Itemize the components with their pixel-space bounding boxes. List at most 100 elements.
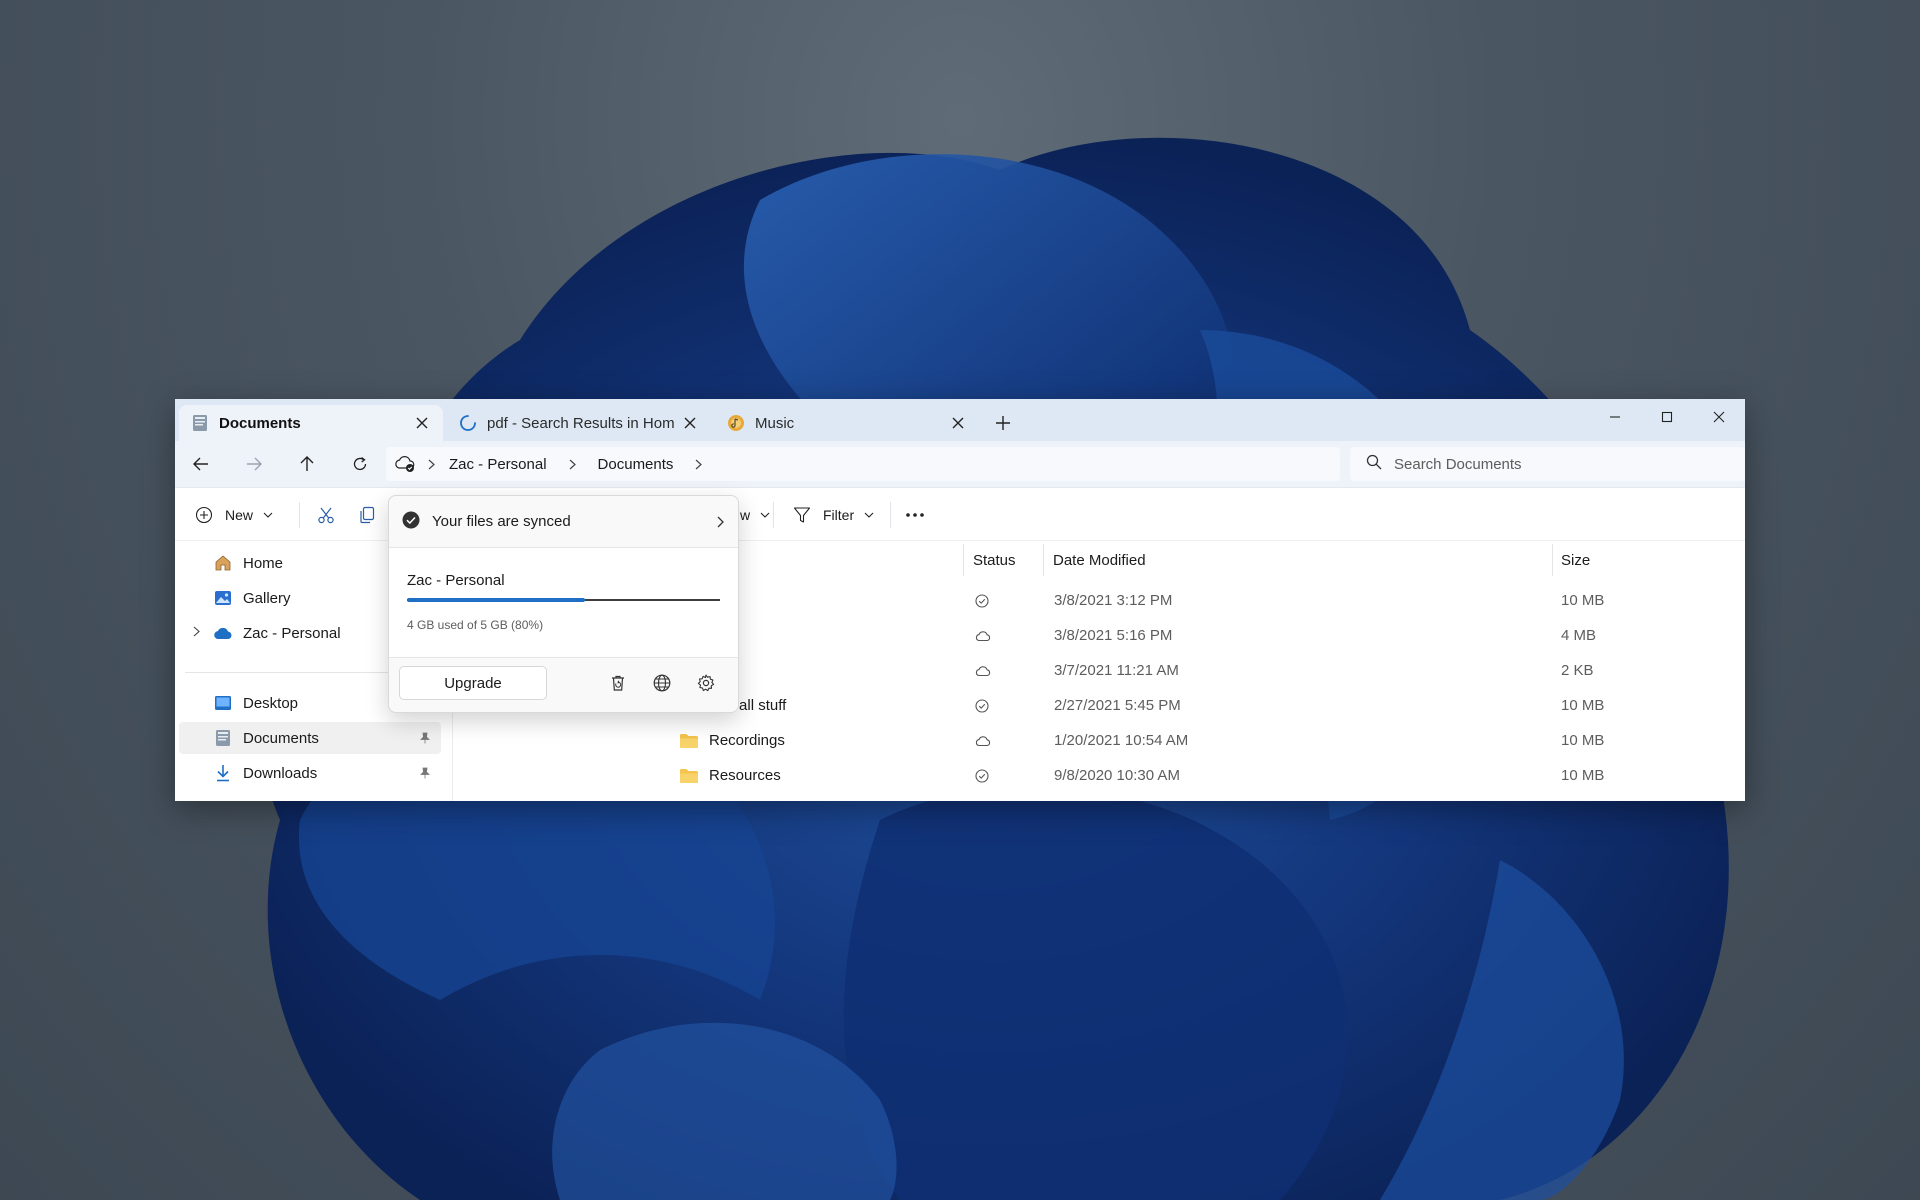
size-cell: 4 MB <box>1561 627 1597 644</box>
minimize-icon <box>1610 416 1620 418</box>
column-separator <box>1043 544 1044 576</box>
window-controls <box>1589 399 1745 435</box>
separator <box>299 502 300 528</box>
more-options-button[interactable] <box>905 500 925 530</box>
filter-button[interactable]: Filter <box>793 500 874 530</box>
refresh-icon <box>353 456 367 471</box>
date-modified-cell: 3/7/2021 11:21 AM <box>1054 662 1179 679</box>
copy-button[interactable] <box>359 500 375 530</box>
storage-progress-bar <box>407 598 720 602</box>
new-tab-button[interactable] <box>985 405 1021 441</box>
music-icon <box>727 414 745 432</box>
search-box[interactable] <box>1350 447 1745 481</box>
size-cell: 2 KB <box>1561 662 1594 679</box>
pin-icon[interactable] <box>415 732 435 744</box>
globe-icon[interactable] <box>651 672 673 694</box>
tab-pdf-search[interactable]: pdf - Search Results in Hom <box>447 405 711 441</box>
search-icon <box>1366 454 1382 474</box>
documents-icon <box>213 728 233 748</box>
file-name-cell[interactable]: Resources <box>679 758 781 793</box>
breadcrumb-documents[interactable]: Documents <box>598 456 674 473</box>
tab-label: Music <box>755 414 795 432</box>
column-separator <box>963 544 964 576</box>
separator <box>890 502 891 528</box>
chevron-right-icon[interactable] <box>695 459 703 470</box>
arrow-up-icon <box>300 456 314 471</box>
more-icon <box>906 513 924 517</box>
filter-icon <box>793 507 811 523</box>
column-header-status[interactable]: Status <box>973 541 1016 579</box>
address-row: Zac - Personal Documents <box>175 441 1745 487</box>
arrow-right-icon <box>247 457 262 471</box>
chevron-down-icon <box>864 512 874 518</box>
onedrive-sync-flyout: Your files are synced Zac - Personal 4 G… <box>388 495 739 713</box>
cloud-only-status-icon <box>975 653 991 688</box>
separator <box>773 502 774 528</box>
column-header-date-modified[interactable]: Date Modified <box>1053 541 1146 579</box>
synced-status-icon <box>975 583 989 618</box>
storage-usage-text: 4 GB used of 5 GB (80%) <box>407 618 544 632</box>
close-icon[interactable] <box>947 412 969 434</box>
chevron-right-icon <box>428 459 435 470</box>
sidebar-item-documents[interactable]: Documents <box>179 722 441 754</box>
sync-status-title: Your files are synced <box>432 513 571 530</box>
back-button[interactable] <box>181 446 221 482</box>
account-name: Zac - Personal <box>407 572 505 589</box>
search-input[interactable] <box>1394 455 1694 473</box>
up-button[interactable] <box>287 446 327 482</box>
tab-documents[interactable]: Documents <box>179 405 443 441</box>
cloud-only-status-icon <box>975 723 991 758</box>
sidebar-item-label: Downloads <box>243 764 318 782</box>
folder-icon <box>679 733 699 749</box>
file-name: Recordings <box>709 732 785 749</box>
date-modified-cell: 3/8/2021 5:16 PM <box>1054 627 1173 644</box>
sidebar-item-label: Documents <box>243 729 319 747</box>
cloud-only-status-icon <box>975 618 991 653</box>
file-name: Resources <box>709 767 781 784</box>
documents-icon <box>191 414 209 432</box>
flyout-actions: Upgrade <box>389 658 738 712</box>
scissors-icon <box>318 507 334 524</box>
column-header-size[interactable]: Size <box>1561 541 1590 579</box>
loading-spinner-icon <box>459 414 477 432</box>
close-icon[interactable] <box>679 412 701 434</box>
breadcrumb[interactable]: Zac - Personal Documents <box>386 447 1340 481</box>
new-button[interactable]: New <box>195 500 273 530</box>
breadcrumb-zac-personal[interactable]: Zac - Personal <box>449 456 547 473</box>
folder-icon <box>679 768 699 784</box>
onedrive-sync-icon[interactable] <box>394 455 416 473</box>
synced-status-icon <box>975 688 989 723</box>
maximize-button[interactable] <box>1641 399 1693 435</box>
upgrade-button[interactable]: Upgrade <box>399 666 547 700</box>
sync-status-row[interactable]: Your files are synced <box>389 496 738 548</box>
filter-button-label: Filter <box>823 507 855 523</box>
cut-button[interactable] <box>317 500 335 530</box>
recycle-bin-icon[interactable] <box>607 672 629 694</box>
close-window-button[interactable] <box>1693 399 1745 435</box>
maximize-icon <box>1661 411 1673 423</box>
pin-icon[interactable] <box>415 767 435 779</box>
close-icon[interactable] <box>411 412 433 434</box>
view-button-label: w <box>740 507 751 523</box>
minimize-button[interactable] <box>1589 399 1641 435</box>
tab-music[interactable]: Music <box>715 405 979 441</box>
file-row[interactable]: Recordings 1/20/2021 10:54 AM 10 MB <box>453 723 1745 758</box>
gallery-icon <box>213 588 233 608</box>
size-cell: 10 MB <box>1561 767 1605 784</box>
file-row[interactable]: Resources 9/8/2020 10:30 AM 10 MB <box>453 758 1745 793</box>
view-button[interactable]: w <box>740 500 770 530</box>
settings-gear-icon[interactable] <box>695 672 717 694</box>
arrow-left-icon <box>193 457 208 471</box>
forward-button[interactable] <box>234 446 274 482</box>
date-modified-cell: 1/20/2021 10:54 AM <box>1054 732 1189 749</box>
date-modified-cell: 9/8/2020 10:30 AM <box>1054 767 1180 784</box>
chevron-down-icon <box>760 512 770 518</box>
sidebar-item-downloads[interactable]: Downloads <box>179 757 441 789</box>
refresh-button[interactable] <box>340 446 380 482</box>
file-name-cell[interactable]: Recordings <box>679 723 785 758</box>
onedrive-cloud-icon <box>213 623 233 643</box>
size-cell: 10 MB <box>1561 732 1605 749</box>
home-icon <box>213 553 233 573</box>
chevron-right-icon <box>569 459 576 470</box>
tab-bar: Documents pdf - Search Results in Hom Mu… <box>175 399 1745 441</box>
